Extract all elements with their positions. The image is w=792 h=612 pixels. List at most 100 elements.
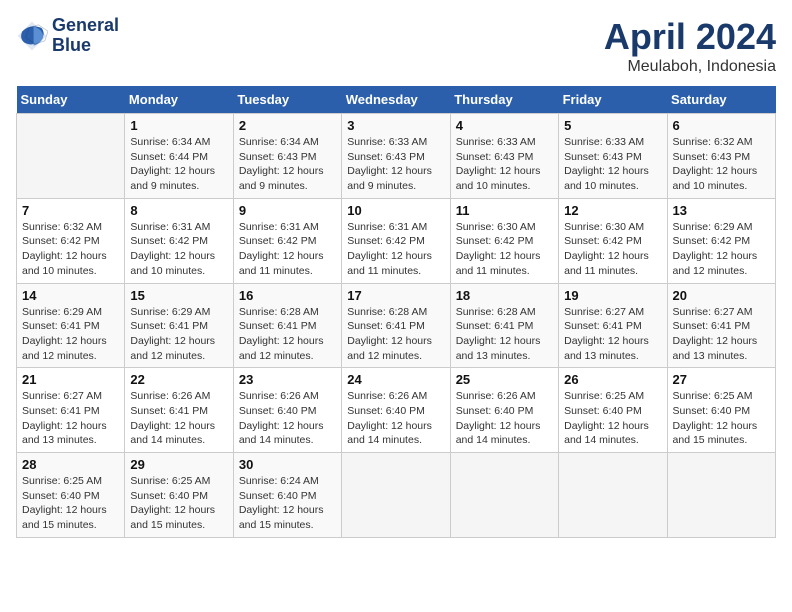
day-info: Sunrise: 6:25 AM Sunset: 6:40 PM Dayligh… bbox=[564, 389, 661, 448]
day-cell: 3 Sunrise: 6:33 AM Sunset: 6:43 PM Daylig… bbox=[342, 114, 450, 199]
week-row-1: 1 Sunrise: 6:34 AM Sunset: 6:44 PM Daylig… bbox=[17, 114, 776, 199]
day-info: Sunrise: 6:30 AM Sunset: 6:42 PM Dayligh… bbox=[564, 220, 661, 279]
day-info: Sunrise: 6:28 AM Sunset: 6:41 PM Dayligh… bbox=[347, 305, 444, 364]
day-info: Sunrise: 6:32 AM Sunset: 6:43 PM Dayligh… bbox=[673, 135, 770, 194]
day-info: Sunrise: 6:33 AM Sunset: 6:43 PM Dayligh… bbox=[564, 135, 661, 194]
day-number: 16 bbox=[239, 288, 336, 303]
day-number: 20 bbox=[673, 288, 770, 303]
day-info: Sunrise: 6:26 AM Sunset: 6:40 PM Dayligh… bbox=[456, 389, 553, 448]
day-info: Sunrise: 6:25 AM Sunset: 6:40 PM Dayligh… bbox=[130, 474, 227, 533]
day-cell bbox=[559, 453, 667, 538]
day-number: 18 bbox=[456, 288, 553, 303]
day-cell: 19 Sunrise: 6:27 AM Sunset: 6:41 PM Dayli… bbox=[559, 283, 667, 368]
day-number: 4 bbox=[456, 118, 553, 133]
week-row-2: 7Sunrise: 6:32 AM Sunset: 6:42 PM Daylig… bbox=[17, 198, 776, 283]
header: General Blue April 2024 Meulaboh, Indone… bbox=[16, 16, 776, 76]
day-info: Sunrise: 6:25 AM Sunset: 6:40 PM Dayligh… bbox=[22, 474, 119, 533]
logo-line1: General bbox=[52, 16, 119, 36]
day-info: Sunrise: 6:28 AM Sunset: 6:41 PM Dayligh… bbox=[239, 305, 336, 364]
day-cell: 4 Sunrise: 6:33 AM Sunset: 6:43 PM Daylig… bbox=[450, 114, 558, 199]
day-cell: 10 Sunrise: 6:31 AM Sunset: 6:42 PM Dayli… bbox=[342, 198, 450, 283]
day-cell: 22Sunrise: 6:26 AM Sunset: 6:41 PM Dayli… bbox=[125, 368, 233, 453]
day-number: 22 bbox=[130, 372, 227, 387]
day-info: Sunrise: 6:25 AM Sunset: 6:40 PM Dayligh… bbox=[673, 389, 770, 448]
day-cell: 8 Sunrise: 6:31 AM Sunset: 6:42 PM Daylig… bbox=[125, 198, 233, 283]
week-row-4: 21 Sunrise: 6:27 AM Sunset: 6:41 PM Dayli… bbox=[17, 368, 776, 453]
week-row-5: 28 Sunrise: 6:25 AM Sunset: 6:40 PM Dayli… bbox=[17, 453, 776, 538]
day-info: Sunrise: 6:24 AM Sunset: 6:40 PM Dayligh… bbox=[239, 474, 336, 533]
day-cell: 24Sunrise: 6:26 AM Sunset: 6:40 PM Dayli… bbox=[342, 368, 450, 453]
day-cell: 30 Sunrise: 6:24 AM Sunset: 6:40 PM Dayli… bbox=[233, 453, 341, 538]
header-day-saturday: Saturday bbox=[667, 86, 775, 114]
header-day-sunday: Sunday bbox=[17, 86, 125, 114]
day-number: 19 bbox=[564, 288, 661, 303]
day-number: 29 bbox=[130, 457, 227, 472]
day-cell: 9 Sunrise: 6:31 AM Sunset: 6:42 PM Daylig… bbox=[233, 198, 341, 283]
day-number: 8 bbox=[130, 203, 227, 218]
day-number: 27 bbox=[673, 372, 770, 387]
logo-text: General Blue bbox=[52, 16, 119, 56]
day-number: 15 bbox=[130, 288, 227, 303]
day-cell: 6Sunrise: 6:32 AM Sunset: 6:43 PM Daylig… bbox=[667, 114, 775, 199]
day-info: Sunrise: 6:34 AM Sunset: 6:43 PM Dayligh… bbox=[239, 135, 336, 194]
day-number: 26 bbox=[564, 372, 661, 387]
day-cell: 2Sunrise: 6:34 AM Sunset: 6:43 PM Daylig… bbox=[233, 114, 341, 199]
day-number: 30 bbox=[239, 457, 336, 472]
month-title: April 2024 bbox=[604, 16, 776, 58]
day-number: 10 bbox=[347, 203, 444, 218]
day-number: 13 bbox=[673, 203, 770, 218]
title-area: April 2024 Meulaboh, Indonesia bbox=[604, 16, 776, 76]
day-cell: 15 Sunrise: 6:29 AM Sunset: 6:41 PM Dayli… bbox=[125, 283, 233, 368]
day-info: Sunrise: 6:31 AM Sunset: 6:42 PM Dayligh… bbox=[239, 220, 336, 279]
day-info: Sunrise: 6:29 AM Sunset: 6:42 PM Dayligh… bbox=[673, 220, 770, 279]
calendar-table: SundayMondayTuesdayWednesdayThursdayFrid… bbox=[16, 86, 776, 538]
day-info: Sunrise: 6:31 AM Sunset: 6:42 PM Dayligh… bbox=[130, 220, 227, 279]
day-info: Sunrise: 6:27 AM Sunset: 6:41 PM Dayligh… bbox=[673, 305, 770, 364]
day-cell bbox=[450, 453, 558, 538]
day-cell: 21 Sunrise: 6:27 AM Sunset: 6:41 PM Dayli… bbox=[17, 368, 125, 453]
day-info: Sunrise: 6:28 AM Sunset: 6:41 PM Dayligh… bbox=[456, 305, 553, 364]
day-info: Sunrise: 6:31 AM Sunset: 6:42 PM Dayligh… bbox=[347, 220, 444, 279]
day-info: Sunrise: 6:30 AM Sunset: 6:42 PM Dayligh… bbox=[456, 220, 553, 279]
day-number: 23 bbox=[239, 372, 336, 387]
logo-icon bbox=[16, 20, 48, 52]
day-number: 28 bbox=[22, 457, 119, 472]
day-info: Sunrise: 6:29 AM Sunset: 6:41 PM Dayligh… bbox=[130, 305, 227, 364]
day-cell bbox=[17, 114, 125, 199]
day-cell: 12 Sunrise: 6:30 AM Sunset: 6:42 PM Dayli… bbox=[559, 198, 667, 283]
day-cell: 29 Sunrise: 6:25 AM Sunset: 6:40 PM Dayli… bbox=[125, 453, 233, 538]
day-number: 3 bbox=[347, 118, 444, 133]
day-cell: 28 Sunrise: 6:25 AM Sunset: 6:40 PM Dayli… bbox=[17, 453, 125, 538]
day-number: 1 bbox=[130, 118, 227, 133]
day-info: Sunrise: 6:26 AM Sunset: 6:40 PM Dayligh… bbox=[239, 389, 336, 448]
header-day-thursday: Thursday bbox=[450, 86, 558, 114]
logo-line2: Blue bbox=[52, 36, 119, 56]
day-cell: 5Sunrise: 6:33 AM Sunset: 6:43 PM Daylig… bbox=[559, 114, 667, 199]
day-cell: 7Sunrise: 6:32 AM Sunset: 6:42 PM Daylig… bbox=[17, 198, 125, 283]
day-number: 12 bbox=[564, 203, 661, 218]
day-info: Sunrise: 6:34 AM Sunset: 6:44 PM Dayligh… bbox=[130, 135, 227, 194]
day-cell: 25Sunrise: 6:26 AM Sunset: 6:40 PM Dayli… bbox=[450, 368, 558, 453]
day-info: Sunrise: 6:33 AM Sunset: 6:43 PM Dayligh… bbox=[347, 135, 444, 194]
day-cell: 17Sunrise: 6:28 AM Sunset: 6:41 PM Dayli… bbox=[342, 283, 450, 368]
day-number: 24 bbox=[347, 372, 444, 387]
header-day-monday: Monday bbox=[125, 86, 233, 114]
location: Meulaboh, Indonesia bbox=[604, 58, 776, 76]
day-number: 11 bbox=[456, 203, 553, 218]
day-number: 7 bbox=[22, 203, 119, 218]
day-cell: 23 Sunrise: 6:26 AM Sunset: 6:40 PM Dayli… bbox=[233, 368, 341, 453]
day-info: Sunrise: 6:33 AM Sunset: 6:43 PM Dayligh… bbox=[456, 135, 553, 194]
day-cell: 11 Sunrise: 6:30 AM Sunset: 6:42 PM Dayli… bbox=[450, 198, 558, 283]
day-cell bbox=[342, 453, 450, 538]
header-day-friday: Friday bbox=[559, 86, 667, 114]
day-number: 9 bbox=[239, 203, 336, 218]
header-row: SundayMondayTuesdayWednesdayThursdayFrid… bbox=[17, 86, 776, 114]
day-number: 21 bbox=[22, 372, 119, 387]
logo: General Blue bbox=[16, 16, 119, 56]
day-info: Sunrise: 6:29 AM Sunset: 6:41 PM Dayligh… bbox=[22, 305, 119, 364]
day-info: Sunrise: 6:27 AM Sunset: 6:41 PM Dayligh… bbox=[564, 305, 661, 364]
day-info: Sunrise: 6:27 AM Sunset: 6:41 PM Dayligh… bbox=[22, 389, 119, 448]
header-day-tuesday: Tuesday bbox=[233, 86, 341, 114]
day-cell: 16 Sunrise: 6:28 AM Sunset: 6:41 PM Dayli… bbox=[233, 283, 341, 368]
day-cell: 13 Sunrise: 6:29 AM Sunset: 6:42 PM Dayli… bbox=[667, 198, 775, 283]
